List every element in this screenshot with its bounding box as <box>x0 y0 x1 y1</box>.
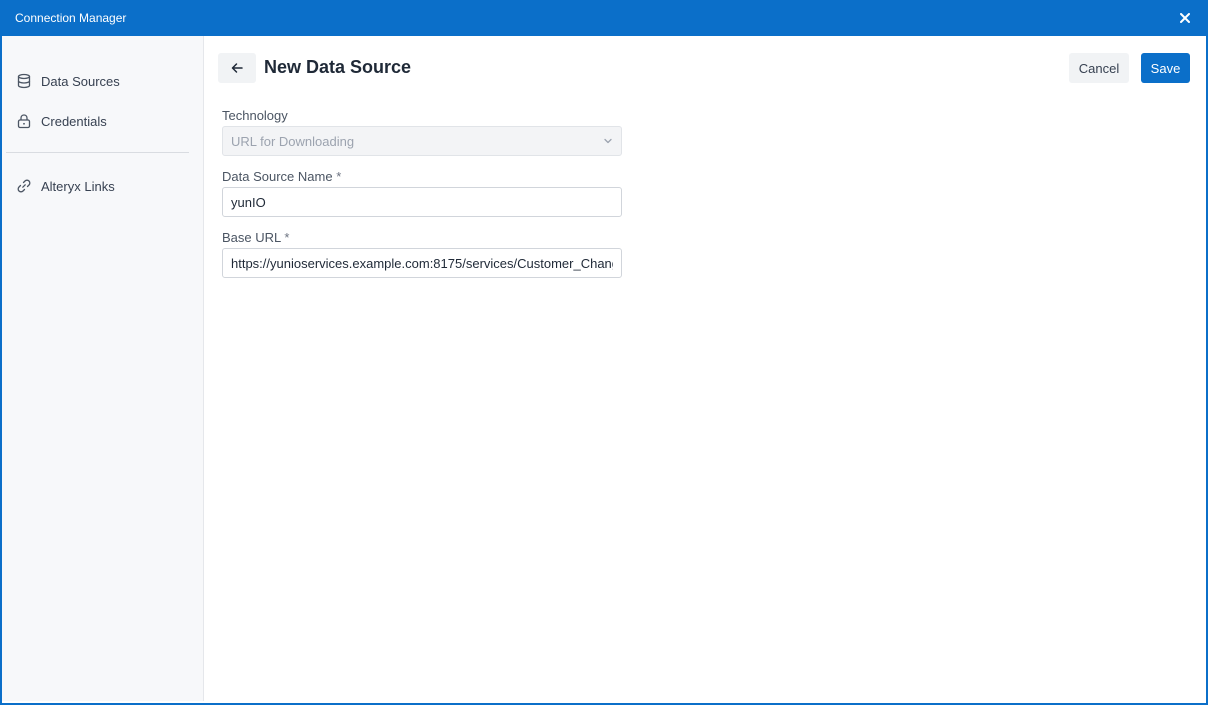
sidebar-divider <box>6 152 189 153</box>
base-url-label: Base URL * <box>222 230 289 245</box>
sidebar-item-data-sources[interactable]: Data Sources <box>16 69 120 93</box>
page-title: New Data Source <box>264 57 412 77</box>
chevron-down-icon <box>604 138 612 144</box>
sidebar-item-alteryx-links[interactable]: Alteryx Links <box>16 174 115 198</box>
base-url-input[interactable] <box>231 255 613 271</box>
data-source-name-input[interactable] <box>231 194 613 210</box>
technology-value: URL for Downloading <box>231 133 355 149</box>
data-source-name-label: Data Source Name * <box>222 169 341 184</box>
required-mark: * <box>336 169 342 184</box>
link-icon <box>17 179 31 193</box>
main-content: New Data Source Cancel Save Technology U… <box>205 36 1206 701</box>
arrow-left-icon <box>231 63 243 73</box>
sidebar-item-label: Data Sources <box>41 73 120 89</box>
data-source-name-label-text: Data Source Name <box>222 169 333 184</box>
back-button[interactable] <box>218 53 256 83</box>
data-source-name-field[interactable] <box>222 187 622 217</box>
cancel-button[interactable]: Cancel <box>1069 53 1129 83</box>
sidebar-item-credentials[interactable]: Credentials <box>16 109 107 133</box>
base-url-label-text: Base URL <box>222 230 281 245</box>
technology-select[interactable]: URL for Downloading <box>222 126 622 156</box>
technology-label: Technology <box>222 108 288 123</box>
close-icon <box>1180 13 1190 23</box>
title-bar: Connection Manager <box>2 0 1206 36</box>
database-icon <box>17 73 31 89</box>
sidebar: Data Sources Credentials Alteryx Links <box>2 36 204 701</box>
window-title: Connection Manager <box>15 11 127 25</box>
sidebar-item-label: Alteryx Links <box>41 178 115 194</box>
technology-label-text: Technology <box>222 108 288 123</box>
sidebar-item-label: Credentials <box>41 113 107 129</box>
close-button[interactable] <box>1176 9 1194 27</box>
required-mark: * <box>284 230 290 245</box>
save-button[interactable]: Save <box>1141 53 1190 83</box>
base-url-field[interactable] <box>222 248 622 278</box>
lock-icon <box>17 114 31 129</box>
connection-manager-window: Connection Manager Data Sources Credenti… <box>0 0 1208 705</box>
